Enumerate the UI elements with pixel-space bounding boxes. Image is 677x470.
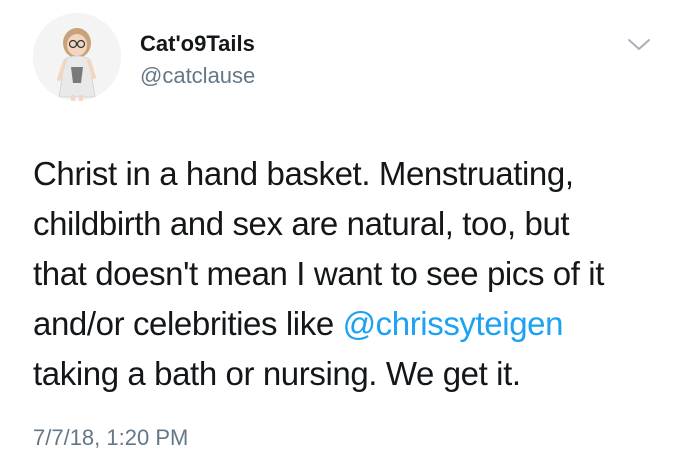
- avatar-image: [33, 13, 121, 101]
- tweet-text-line: and/or celebrities like @chrissyteigen: [33, 299, 658, 349]
- tweet-text-line: Christ in a hand basket. Menstruating,: [33, 155, 574, 192]
- tweet-text: Christ in a hand basket. Menstruating, c…: [33, 149, 658, 399]
- tweet-text-line: that doesn't mean I want to see pics of …: [33, 255, 604, 292]
- tweet-menu-button[interactable]: [626, 34, 652, 56]
- tweet-text-line: taking a bath or nursing. We get it.: [33, 355, 521, 392]
- tweet-text-line: childbirth and sex are natural, too, but: [33, 205, 570, 242]
- author-display-name[interactable]: Cat'o9Tails: [140, 30, 255, 58]
- avatar[interactable]: [33, 13, 121, 101]
- author-handle[interactable]: @catclause: [140, 62, 255, 90]
- mention-link[interactable]: @chrissyteigen: [343, 305, 564, 342]
- tweet-card: Cat'o9Tails @catclause Christ in a hand …: [0, 0, 677, 470]
- tweet-text-fragment: and/or celebrities like: [33, 305, 343, 342]
- chevron-down-icon: [628, 39, 650, 50]
- tweet-timestamp[interactable]: 7/7/18, 1:20 PM: [33, 424, 188, 452]
